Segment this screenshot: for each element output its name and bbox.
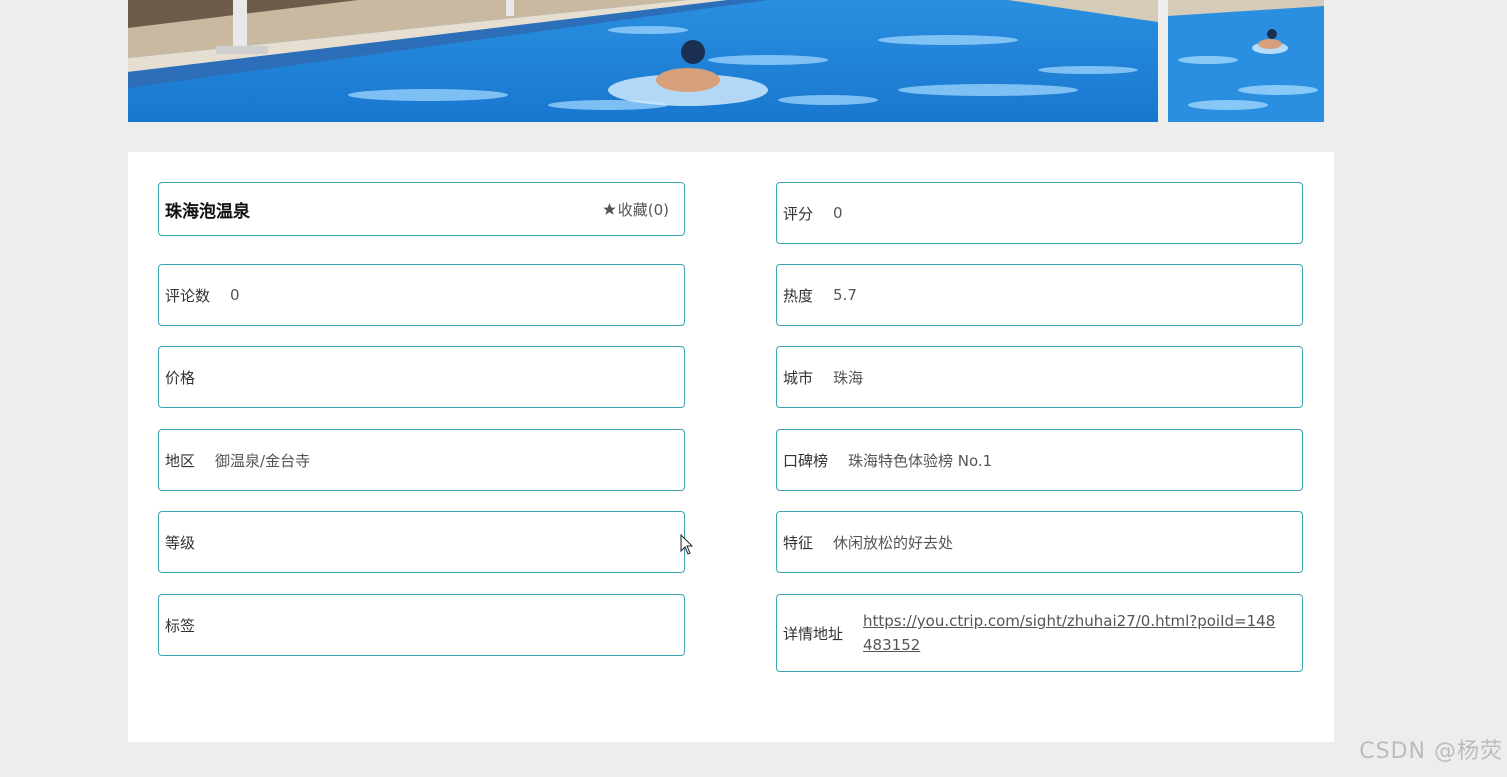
field-value: 休闲放松的好去处 bbox=[833, 533, 954, 552]
field-label: 口碑榜 bbox=[783, 451, 829, 470]
spot-title-card: 珠海泡温泉 收藏(0) bbox=[158, 182, 685, 236]
mouse-cursor-icon bbox=[680, 534, 694, 555]
detail-url-link[interactable]: https://you.ctrip.com/sight/zhuhai27/0.h… bbox=[863, 599, 1296, 667]
field-label: 地区 bbox=[165, 451, 196, 470]
field-grade: 等级 bbox=[158, 511, 685, 573]
field-label: 详情地址 bbox=[783, 624, 844, 643]
field-value: 珠海 bbox=[833, 368, 864, 387]
field-popularity: 热度 5.7 bbox=[776, 264, 1303, 326]
field-city: 城市 珠海 bbox=[776, 346, 1303, 408]
field-detail-url: 详情地址 https://you.ctrip.com/sight/zhuhai2… bbox=[776, 594, 1303, 672]
field-tags: 标签 bbox=[158, 594, 685, 656]
field-district: 地区 御温泉/金台寺 bbox=[158, 429, 685, 491]
photo-gallery bbox=[128, 0, 1324, 122]
field-label: 评论数 bbox=[165, 286, 211, 305]
field-value: 0 bbox=[230, 286, 240, 304]
spot-name: 珠海泡温泉 bbox=[165, 201, 250, 222]
field-label: 热度 bbox=[783, 286, 814, 305]
spot-details-panel: 珠海泡温泉 收藏(0) 评论数 0 价格 地区 御温泉/金台寺 等级 标签 评分… bbox=[128, 152, 1334, 742]
field-comment-count: 评论数 0 bbox=[158, 264, 685, 326]
field-value: 珠海特色体验榜 No.1 bbox=[848, 451, 993, 470]
field-feature: 特征 休闲放松的好去处 bbox=[776, 511, 1303, 573]
field-value: 御温泉/金台寺 bbox=[215, 451, 311, 470]
field-price: 价格 bbox=[158, 346, 685, 408]
field-label: 标签 bbox=[165, 616, 196, 635]
watermark: CSDN @杨荧 bbox=[1359, 739, 1503, 764]
favorite-button[interactable]: 收藏(0) bbox=[602, 199, 669, 220]
field-ranking: 口碑榜 珠海特色体验榜 No.1 bbox=[776, 429, 1303, 491]
favorite-label: 收藏(0) bbox=[617, 200, 669, 219]
field-label: 评分 bbox=[783, 204, 814, 223]
star-icon bbox=[603, 202, 616, 215]
field-label: 等级 bbox=[165, 533, 196, 552]
field-label: 特征 bbox=[783, 533, 814, 552]
field-rating: 评分 0 bbox=[776, 182, 1303, 244]
pool-photo-main[interactable] bbox=[128, 0, 1158, 122]
pool-photo-thumbnail[interactable] bbox=[1168, 0, 1324, 122]
field-label: 价格 bbox=[165, 368, 196, 387]
field-label: 城市 bbox=[783, 368, 814, 387]
field-value: 0 bbox=[833, 204, 843, 222]
field-value: 5.7 bbox=[833, 286, 857, 304]
